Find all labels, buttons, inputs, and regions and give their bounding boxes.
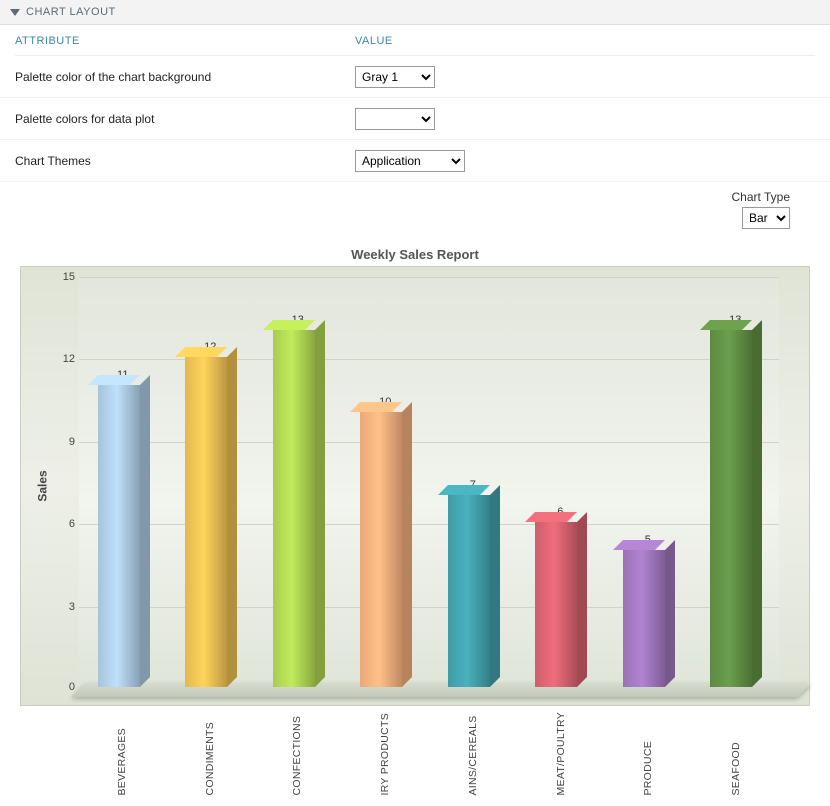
- table-header: ATTRIBUTE VALUE: [0, 25, 830, 56]
- bar: 13: [692, 277, 780, 687]
- y-axis-label: Sales: [36, 470, 50, 501]
- section-title: CHART LAYOUT: [26, 6, 116, 18]
- bar: 11: [79, 277, 167, 687]
- x-tick-label: CONDIMENTS: [204, 712, 216, 796]
- x-tick-label: PRODUCE: [642, 712, 654, 796]
- chart-type-control: Chart Type Bar: [0, 182, 830, 229]
- chart-plot-area: Sales 1112131076513 03691215: [20, 266, 810, 706]
- attribute-column-header: ATTRIBUTE: [15, 35, 355, 56]
- dataplot-palette-select[interactable]: [355, 108, 435, 130]
- bar: 6: [517, 277, 605, 687]
- chart-theme-select[interactable]: Application: [355, 150, 465, 172]
- x-tick-label: MEAT/POULTRY: [555, 712, 567, 796]
- y-tick: 9: [57, 436, 75, 448]
- x-tick-label: IRY PRODUCTS: [379, 712, 391, 796]
- attr-label-background: Palette color of the chart background: [15, 70, 355, 84]
- x-tick-label: SEAFOOD: [730, 712, 742, 796]
- x-tick-label: AINS/CEREALS: [467, 712, 479, 796]
- bar: 13: [254, 277, 342, 687]
- y-tick: 15: [57, 271, 75, 283]
- x-tick-label: CONFECTIONS: [291, 712, 303, 796]
- y-tick: 12: [57, 353, 75, 365]
- bar: 5: [604, 277, 692, 687]
- y-tick: 3: [57, 601, 75, 613]
- attr-row-dataplot: Palette colors for data plot: [0, 98, 830, 140]
- bar: 12: [167, 277, 255, 687]
- chart-type-label: Chart Type: [0, 190, 790, 204]
- section-header[interactable]: CHART LAYOUT: [0, 0, 830, 25]
- chart-type-select[interactable]: Bar: [742, 207, 790, 229]
- attr-label-dataplot: Palette colors for data plot: [15, 112, 355, 126]
- attr-row-theme: Chart Themes Application: [0, 140, 830, 182]
- y-tick: 0: [57, 681, 75, 693]
- chart-title: Weekly Sales Report: [15, 247, 815, 262]
- chart-container: Weekly Sales Report Sales 1112131076513 …: [0, 229, 830, 806]
- bar: 7: [429, 277, 517, 687]
- collapse-icon: [10, 9, 20, 16]
- attr-row-background: Palette color of the chart background Gr…: [0, 56, 830, 98]
- y-tick: 6: [57, 518, 75, 530]
- background-palette-select[interactable]: Gray 1: [355, 66, 435, 88]
- x-tick-label: BEVERAGES: [116, 712, 128, 796]
- attr-label-theme: Chart Themes: [15, 154, 355, 168]
- value-column-header: VALUE: [355, 35, 815, 56]
- bar: 10: [342, 277, 430, 687]
